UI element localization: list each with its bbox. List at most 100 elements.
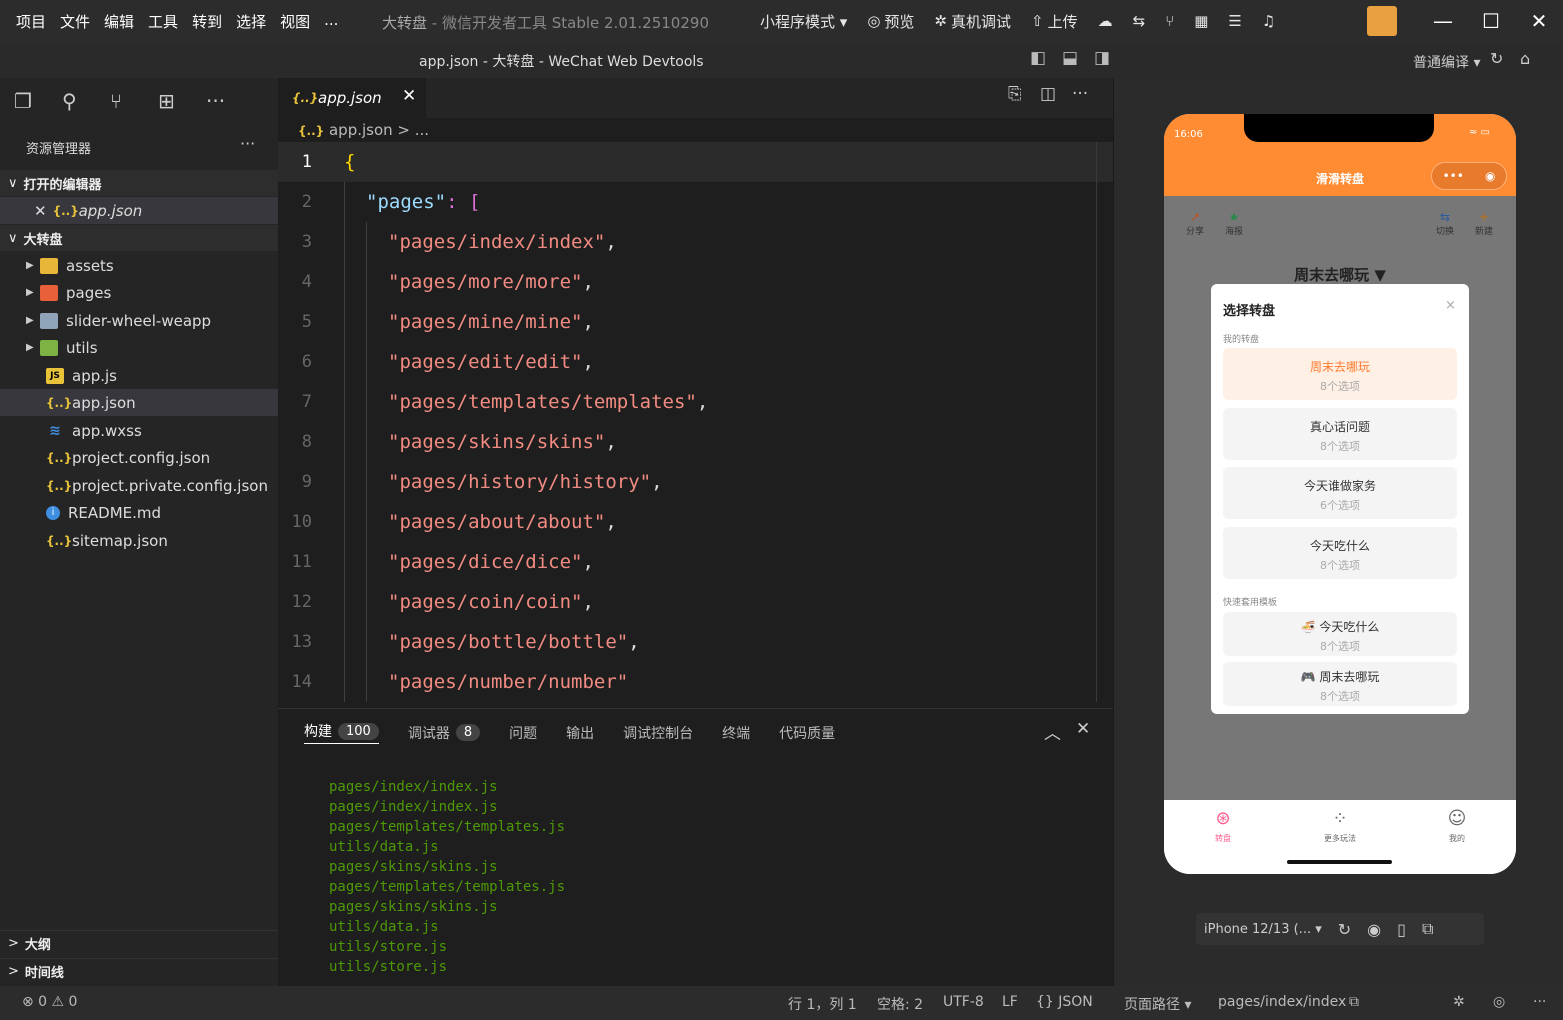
close-icon[interactable]: ✕ [402, 86, 416, 106]
menu-tools[interactable]: 工具 [148, 11, 178, 32]
more-icon[interactable]: ··· [206, 89, 254, 113]
toggle-panel-icon[interactable]: ⬓ [1054, 48, 1086, 68]
more-icon[interactable]: ••• [1443, 169, 1464, 183]
code-line[interactable]: 11 "pages/dice/dice", [278, 542, 1113, 582]
tab-debugger[interactable]: 调试器 8 [408, 723, 481, 743]
maximize-icon[interactable]: ☐ [1467, 9, 1515, 33]
wheel-card[interactable]: 周末去哪玩 8个选项 [1223, 348, 1457, 400]
scrollbar[interactable] [1096, 142, 1097, 702]
menu-select[interactable]: 选择 [236, 11, 266, 32]
code-line[interactable]: 14 "pages/number/number" [278, 662, 1113, 702]
code-line[interactable]: 8 "pages/skins/skins", [278, 422, 1113, 462]
tree-item-slider-wheel-weapp[interactable]: ▶ slider-wheel-weapp [0, 307, 278, 334]
explorer-more-button[interactable]: ··· [240, 134, 255, 153]
indent-setting[interactable]: 空格: 2 [877, 994, 923, 1014]
split-editor-icon[interactable]: ◫ [1040, 84, 1072, 104]
code-line[interactable]: 3 "pages/index/index", [278, 222, 1113, 262]
tab-output[interactable]: 输出 [566, 723, 594, 743]
files-icon[interactable]: ❐ [14, 89, 62, 113]
toggle-sidebar-icon[interactable]: ◧ [1022, 48, 1054, 68]
tab-build[interactable]: 构建 100 [304, 721, 379, 744]
close-icon[interactable]: ✕ [1515, 9, 1563, 33]
bug-icon[interactable]: ✲ [1453, 994, 1465, 1010]
tree-item-assets[interactable]: ▶ assets [0, 252, 278, 279]
outline-section[interactable]: > 大纲 [0, 930, 278, 956]
upload-button[interactable]: ⇧ 上传 [1031, 11, 1078, 32]
wheel-title-dropdown[interactable]: 周末去哪玩 ▼ [1164, 264, 1516, 285]
template-card[interactable]: 🍜 今天吃什么 8个选项 [1223, 612, 1457, 656]
avatar[interactable] [1367, 6, 1397, 36]
wheel-card[interactable]: 今天吃什么 8个选项 [1223, 527, 1457, 579]
tree-item-readme[interactable]: i README.md [0, 499, 278, 526]
tree-item-app-js[interactable]: JS app.js [0, 362, 278, 389]
window-icon[interactable]: ⧉ [1422, 919, 1433, 939]
code-line[interactable]: 2 "pages": [ [278, 182, 1113, 222]
tree-item-project-config[interactable]: {..} project.config.json [0, 444, 278, 471]
menu-file[interactable]: 文件 [60, 11, 90, 32]
code-line[interactable]: 12 "pages/coin/coin", [278, 582, 1113, 622]
eye-icon[interactable]: ◎ [1493, 994, 1505, 1010]
code-line[interactable]: 9 "pages/history/history", [278, 462, 1113, 502]
minimize-icon[interactable]: — [1419, 9, 1467, 33]
menu-view[interactable]: 视图 [280, 11, 310, 32]
list-icon[interactable]: ☰ [1228, 12, 1241, 30]
code-line[interactable]: 13 "pages/bottle/bottle", [278, 622, 1113, 662]
breadcrumb[interactable]: {..} app.json > ... [298, 121, 429, 139]
switch-icon[interactable]: ⇆ [1133, 12, 1146, 30]
poster-button[interactable]: ★ 海报 [1219, 210, 1249, 237]
tree-item-project-private-config[interactable]: {..} project.private.config.json [0, 472, 278, 499]
tab-terminal[interactable]: 终端 [722, 723, 750, 743]
copy-icon[interactable]: ⧉ [1349, 994, 1359, 1010]
page-path-dropdown[interactable]: 页面路径 ▾ [1124, 994, 1191, 1014]
tree-item-app-wxss[interactable]: ≋ app.wxss [0, 417, 278, 444]
phone-icon[interactable]: ▯ [1397, 920, 1406, 939]
code-line[interactable]: 4 "pages/more/more", [278, 262, 1113, 302]
project-section[interactable]: ∨ 大转盘 [0, 225, 278, 251]
tab-wheel[interactable]: ⊛ 转盘 [1183, 808, 1263, 844]
tab-problems[interactable]: 问题 [509, 723, 537, 743]
close-target-icon[interactable]: ◉ [1485, 169, 1495, 183]
switch-button[interactable]: ⇆ 切换 [1430, 210, 1460, 237]
new-button[interactable]: + 新建 [1469, 210, 1499, 237]
tab-mine[interactable]: ☺ 我的 [1417, 808, 1497, 844]
tree-item-app-json[interactable]: {..} app.json [0, 389, 278, 416]
rotate-icon[interactable]: ↻ [1338, 920, 1351, 939]
code-line[interactable]: 7 "pages/templates/templates", [278, 382, 1113, 422]
code-lines[interactable]: 1{2 "pages": [3 "pages/index/index", 4 "page… [278, 142, 1113, 702]
more-icon[interactable]: ··· [1533, 994, 1546, 1010]
tab-more[interactable]: ⁘ 更多玩法 [1300, 808, 1380, 844]
cloud-icon[interactable]: ☁ [1098, 12, 1113, 30]
tree-item-utils[interactable]: ▶ utils [0, 334, 278, 361]
menu-edit[interactable]: 编辑 [104, 11, 134, 32]
close-icon[interactable]: ✕ [1076, 719, 1108, 744]
close-icon[interactable]: × [1445, 298, 1456, 313]
record-icon[interactable]: ◉ [1367, 920, 1381, 939]
device-dropdown[interactable]: iPhone 12/13 (... ▾ [1204, 922, 1322, 937]
open-editors-section[interactable]: ∨ 打开的编辑器 [0, 170, 278, 196]
code-line[interactable]: 1{ [278, 142, 1113, 182]
open-editor-item[interactable]: ✕ {..} app.json [0, 197, 278, 224]
template-card[interactable]: 🎮 周末去哪玩 8个选项 [1223, 662, 1457, 706]
tab-debug-console[interactable]: 调试控制台 [623, 723, 693, 743]
extensions-icon[interactable]: ⊞ [158, 89, 206, 113]
encoding[interactable]: UTF-8 [943, 994, 984, 1010]
menu-project[interactable]: 项目 [16, 11, 46, 32]
refresh-icon[interactable]: ↻ [1490, 49, 1503, 68]
source-control-icon[interactable]: ⑂ [110, 89, 158, 113]
timeline-section[interactable]: > 时间线 [0, 958, 278, 984]
tree-item-pages[interactable]: ▶ pages [0, 279, 278, 306]
problems-count[interactable]: ⊗ 0 ⚠ 0 [22, 994, 77, 1010]
menu-goto[interactable]: 转到 [192, 11, 222, 32]
cursor-position[interactable]: 行 1，列 1 [788, 994, 857, 1014]
tab-code-quality[interactable]: 代码质量 [779, 723, 835, 743]
close-icon[interactable]: ✕ [34, 202, 47, 220]
language-mode[interactable]: {} JSON [1036, 994, 1093, 1010]
more-actions-icon[interactable]: ··· [1072, 84, 1104, 104]
code-line[interactable]: 10 "pages/about/about", [278, 502, 1113, 542]
share-button[interactable]: ↗ 分享 [1180, 210, 1210, 237]
code-line[interactable]: 5 "pages/mine/mine", [278, 302, 1113, 342]
mode-dropdown[interactable]: 小程序模式 ▾ [760, 11, 847, 32]
compile-mode-dropdown[interactable]: 普通编译 ▾ [1413, 52, 1480, 72]
chevron-up-icon[interactable]: ︿ [1044, 719, 1076, 744]
line-ending[interactable]: LF [1002, 994, 1018, 1010]
